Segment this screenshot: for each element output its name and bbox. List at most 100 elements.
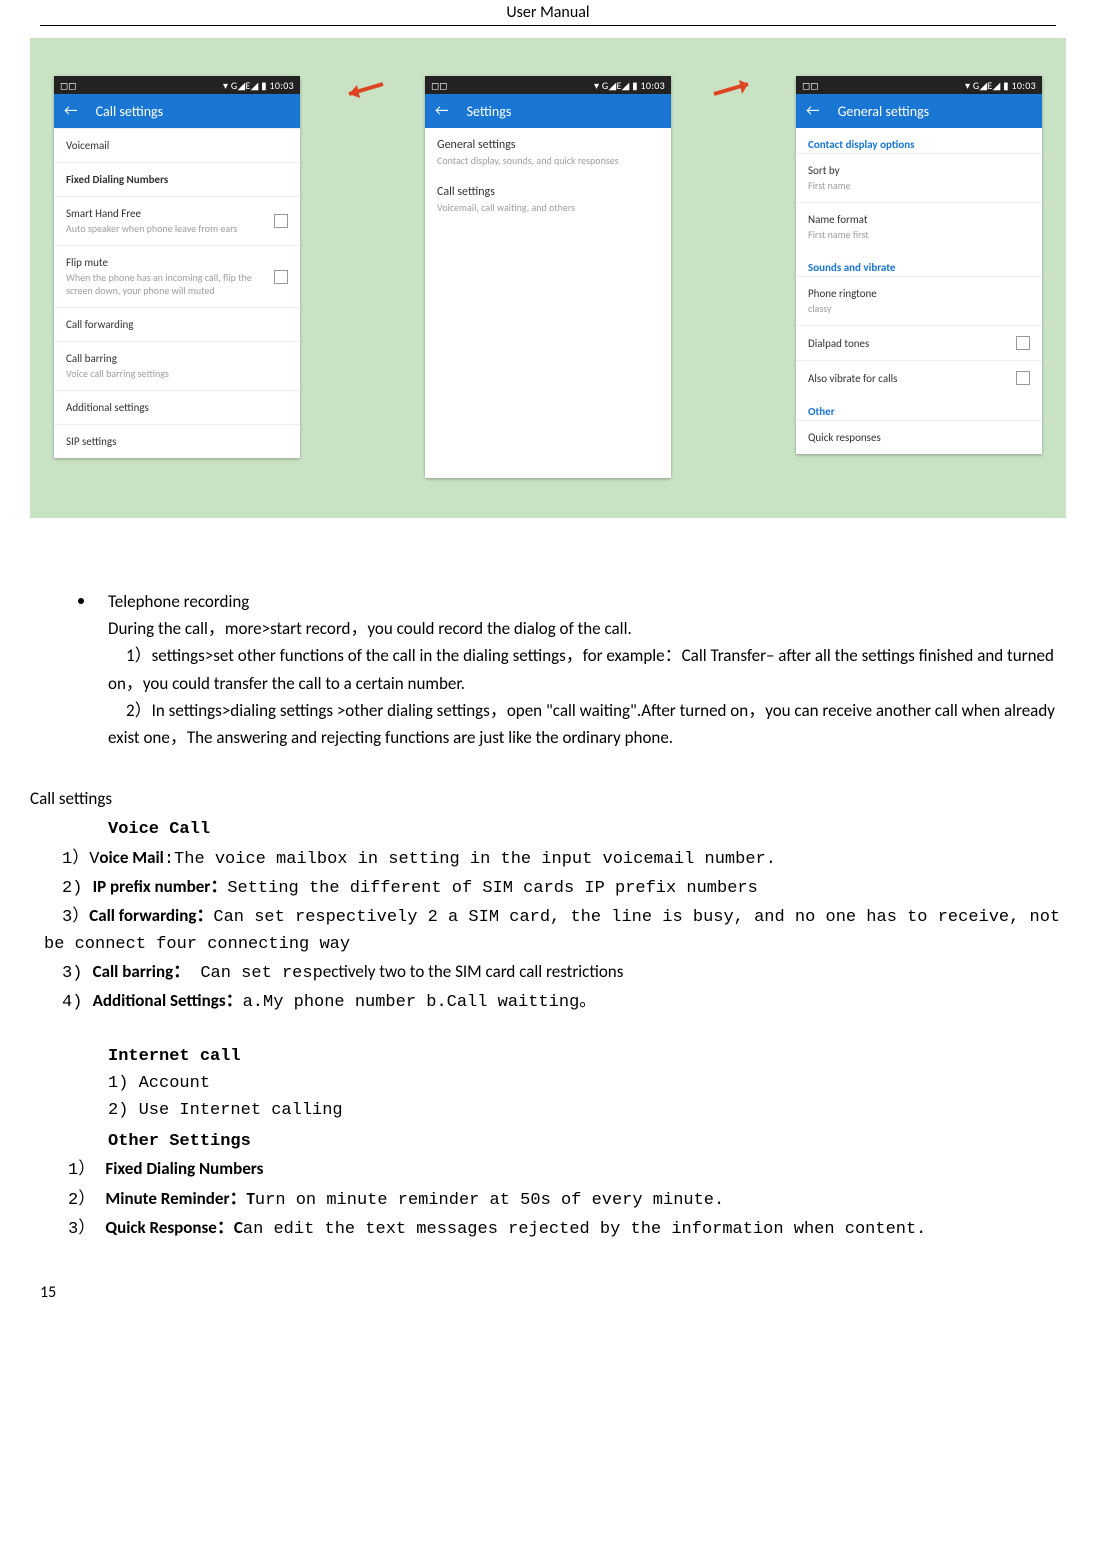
text: an edit the text messages rejected by th… [243, 1220, 927, 1239]
row-title: Call settings [437, 185, 659, 199]
text-bold: Quick Response：C [105, 1217, 242, 1238]
row-label: SIP settings [66, 435, 116, 448]
text-bold: oice Mail [99, 847, 163, 868]
section-contact-display: Contact display options [796, 128, 1042, 153]
heading-internet-call: Internet call [108, 1043, 1066, 1070]
back-icon[interactable]: ← [435, 102, 449, 120]
text-bold: IP prefix number： [93, 876, 228, 897]
row-text: Flip mute When the phone has an incoming … [66, 256, 266, 297]
text: Setting the different of SIM cards IP pr… [227, 879, 758, 898]
bullet-item: Telephone recording [78, 588, 1066, 615]
screenshot-figure: ◻◻ ▾ G◢E◢ ▮ 10:03 ← Call settings Voicem… [30, 38, 1066, 518]
row-subtitle: Auto speaker when phone leave from ears [66, 222, 237, 235]
heading-voice-call: Voice Call [108, 816, 1066, 843]
text: 2) [62, 879, 93, 898]
back-icon[interactable]: ← [806, 102, 820, 120]
row-sip-settings[interactable]: SIP settings [54, 424, 300, 458]
row-subtitle: classy [808, 302, 877, 315]
bullet-label: Telephone recording [108, 588, 249, 615]
row-quick-responses[interactable]: Quick responses [796, 420, 1042, 454]
paragraph: During the call，more>start record，you co… [108, 615, 1056, 642]
row-title: Name format [808, 213, 869, 226]
row-title: General settings [437, 138, 659, 152]
line-fixed-dialing: 1） Fixed Dialing Numbers [68, 1155, 1066, 1184]
status-right: ▾ G◢E◢ ▮ 10:03 [965, 79, 1036, 92]
checkbox-icon[interactable] [274, 214, 288, 228]
text: 3） [62, 908, 89, 927]
row-call-settings[interactable]: Call settings Voicemail, call waiting, a… [425, 171, 671, 218]
status-left-icons: ◻◻ [60, 79, 77, 92]
status-right: ▾ G◢E◢ ▮ 10:03 [594, 79, 665, 92]
arrow-annotation [341, 76, 385, 102]
status-left-icons: ◻◻ [431, 79, 448, 92]
section-other: Other [796, 395, 1042, 420]
text: 3） [68, 1220, 105, 1239]
row-subtitle: Voice call barring settings [66, 367, 169, 380]
text: urn on minute reminder at 50s of every m… [255, 1191, 724, 1210]
text: 4) [62, 993, 93, 1012]
app-bar-title: General settings [838, 103, 930, 120]
text: Can set resp [190, 964, 323, 983]
row-subtitle: When the phone has an incoming call, fli… [66, 271, 266, 297]
row-call-forwarding[interactable]: Call forwarding [54, 307, 300, 341]
text-bold: Additional Settings： [93, 990, 243, 1011]
back-icon[interactable]: ← [64, 102, 78, 120]
row-title: Smart Hand Free [66, 207, 237, 220]
app-bar: ← General settings [796, 94, 1042, 128]
row-subtitle: Contact display, sounds, and quick respo… [437, 154, 659, 167]
status-bar: ◻◻ ▾ G◢E◢ ▮ 10:03 [796, 76, 1042, 94]
row-text: Name formatFirst name first [808, 213, 869, 241]
row-general-settings[interactable]: General settings Contact display, sounds… [425, 128, 671, 171]
text-bold: Fixed Dialing Numbers [105, 1158, 263, 1179]
row-name-format[interactable]: Name formatFirst name first [796, 202, 1042, 251]
body-text: Telephone recording During the call，more… [30, 588, 1066, 1243]
spacer [425, 218, 671, 478]
row-sort-by[interactable]: Sort by First name [796, 153, 1042, 202]
text-bold: Minute Reminder：T [105, 1188, 255, 1209]
row-smart-hand-free[interactable]: Smart Hand Free Auto speaker when phone l… [54, 196, 300, 245]
row-subtitle: First name [808, 179, 851, 192]
row-title: Phone ringtone [808, 287, 877, 300]
row-label: Fixed Dialing Numbers [66, 173, 168, 186]
text: 1） [68, 1161, 105, 1180]
row-title: Flip mute [66, 256, 266, 269]
bullet-icon [78, 598, 84, 604]
row-also-vibrate[interactable]: Also vibrate for calls [796, 360, 1042, 395]
line-voice-mail: 1）Voice Mail:The voice mailbox in settin… [62, 844, 1066, 873]
text: ectively two to the SIM card call restri… [323, 961, 624, 982]
row-text: Phone ringtone classy [808, 287, 877, 315]
row-fixed-dialing[interactable]: Fixed Dialing Numbers [54, 162, 300, 196]
status-left-icons: ◻◻ [802, 79, 819, 92]
checkbox-icon[interactable] [274, 270, 288, 284]
row-dialpad-tones[interactable]: Dialpad tones [796, 325, 1042, 360]
row-title: Sort by [808, 164, 851, 177]
row-text: Sort by First name [808, 164, 851, 192]
app-bar: ← Settings [425, 94, 671, 128]
app-bar-title: Call settings [96, 103, 164, 120]
checkbox-icon[interactable] [1016, 336, 1030, 350]
row-subtitle: Voicemail, call waiting, and others [437, 201, 659, 214]
line-call-forwarding: 3）Call forwarding：Can set respectively 2… [44, 902, 1066, 958]
checkbox-icon[interactable] [1016, 371, 1030, 385]
row-text: Smart Hand Free Auto speaker when phone l… [66, 207, 237, 235]
row-label: Voicemail [66, 139, 109, 152]
line-account: 1) Account [108, 1070, 1066, 1097]
status-bar: ◻◻ ▾ G◢E◢ ▮ 10:03 [54, 76, 300, 94]
row-flip-mute[interactable]: Flip mute When the phone has an incoming … [54, 245, 300, 307]
arrow-annotation [712, 76, 756, 102]
page-header: User Manual [40, 0, 1056, 26]
heading-call-settings: Call settings [30, 785, 1066, 812]
row-additional-settings[interactable]: Additional settings [54, 390, 300, 424]
status-right: ▾ G◢E◢ ▮ 10:03 [223, 79, 294, 92]
paragraph: 1）settings>set other functions of the ca… [108, 642, 1056, 696]
heading-other-settings: Other Settings [108, 1128, 1066, 1155]
text: 3) [62, 964, 93, 983]
row-call-barring[interactable]: Call barring Voice call barring settings [54, 341, 300, 390]
row-text: Call barring Voice call barring settings [66, 352, 169, 380]
row-title: Call barring [66, 352, 169, 365]
line-quick-response: 3） Quick Response：Can edit the text mess… [68, 1214, 1066, 1243]
row-phone-ringtone[interactable]: Phone ringtone classy [796, 276, 1042, 325]
row-label: Additional settings [66, 401, 149, 414]
row-voicemail[interactable]: Voicemail [54, 128, 300, 162]
text: 2） [68, 1191, 105, 1210]
